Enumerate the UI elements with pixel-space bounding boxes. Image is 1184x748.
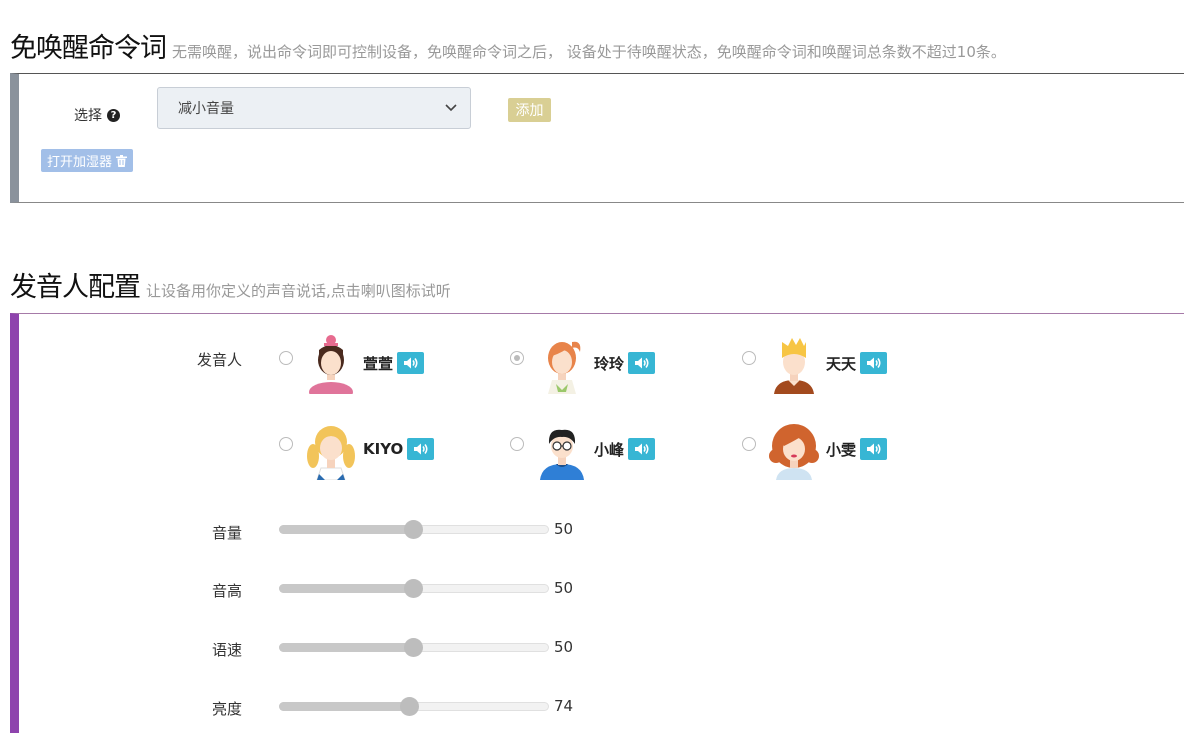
wakeless-panel: 选择 ? 减小音量 添加 打开加湿器 [10,73,1184,203]
pitch-value: 50 [554,579,574,597]
slider-handle[interactable] [404,638,423,657]
speaker-icon[interactable] [628,438,656,460]
voice-option-tiantian[interactable]: 天天 [742,332,888,394]
boy-blond-avatar-icon [774,338,814,394]
speaker-icon[interactable] [397,352,425,374]
command-select[interactable]: 减小音量 [157,87,471,129]
add-button[interactable]: 添加 [508,98,551,122]
slider-handle[interactable] [404,520,423,539]
speaker-subtitle: 让设备用你定义的声音说话,点击喇叭图标试听 [146,282,451,300]
slider-fill [279,584,413,593]
speed-label: 语速 [211,641,242,659]
select-label-group: 选择 ? [74,105,120,125]
volume-value: 50 [554,520,574,538]
pitch-slider[interactable] [279,579,549,598]
voice-name: 玲玲 [594,354,625,373]
woman-curly-hair-avatar-icon [769,424,819,480]
speaker-icon[interactable] [860,438,888,460]
slider-fill [279,643,413,652]
command-tag-label: 打开加湿器 [47,155,113,170]
voice-radio[interactable] [742,437,756,451]
voice-radio[interactable] [742,351,756,365]
trash-icon[interactable] [116,154,128,167]
voice-name: 小峰 [594,440,625,459]
speed-slider[interactable] [279,638,549,657]
speaker-icon[interactable] [628,352,656,374]
brightness-label: 亮度 [211,700,242,718]
brightness-slider[interactable] [279,697,549,716]
boy-glasses-avatar-icon [540,429,584,480]
speaker-section-header: 发音人配置 让设备用你定义的声音说话,点击喇叭图标试听 [10,265,451,304]
voice-name: 萱萱 [363,354,394,373]
speaker-icon[interactable] [407,438,435,460]
voice-name: KIYO [363,440,404,458]
wakeless-title: 免唤醒命令词 [10,33,167,64]
help-icon[interactable]: ? [107,108,120,122]
girl-bun-avatar-icon [309,335,353,394]
voice-radio[interactable] [279,437,293,451]
command-select-value: 减小音量 [178,101,234,117]
slider-handle[interactable] [400,697,419,716]
command-tag[interactable]: 打开加湿器 [41,149,134,172]
slider-handle[interactable] [404,579,423,598]
speaker-panel: 发音人 萱萱 玲玲 天天 KIYO 小峰 小雯 音量 50 音高 50 语速 5… [10,313,1184,733]
girl-orange-hair-avatar-icon [548,341,581,394]
pitch-label: 音高 [211,582,242,600]
voice-name: 小雯 [826,440,857,459]
voice-label: 发音人 [196,351,242,369]
speaker-title: 发音人配置 [10,272,141,303]
speed-value: 50 [554,638,574,656]
voice-option-xiaofeng[interactable]: 小峰 [510,418,656,480]
voice-name: 天天 [826,354,857,373]
voice-option-lingling[interactable]: 玲玲 [510,332,656,394]
volume-slider[interactable] [279,520,549,539]
speaker-icon[interactable] [860,352,888,374]
voice-radio[interactable] [279,351,293,365]
select-label: 选择 [74,108,102,124]
slider-fill [279,702,409,711]
voice-option-xuanxuan[interactable]: 萱萱 [279,332,425,394]
girl-blonde-pigtails-avatar-icon [307,426,355,480]
wakeless-section-header: 免唤醒命令词 无需唤醒，说出命令词即可控制设备，免唤醒命令词之后， 设备处于待唤… [10,26,1006,65]
voice-option-kiyo[interactable]: KIYO [279,418,435,480]
slider-fill [279,525,413,534]
voice-radio[interactable] [510,351,524,365]
chevron-down-icon [445,104,457,112]
voice-radio[interactable] [510,437,524,451]
brightness-value: 74 [554,697,574,715]
volume-label: 音量 [211,524,242,542]
wakeless-subtitle: 无需唤醒，说出命令词即可控制设备，免唤醒命令词之后， 设备处于待唤醒状态，免唤醒… [172,43,1006,61]
voice-option-xiaowen[interactable]: 小雯 [742,418,888,480]
